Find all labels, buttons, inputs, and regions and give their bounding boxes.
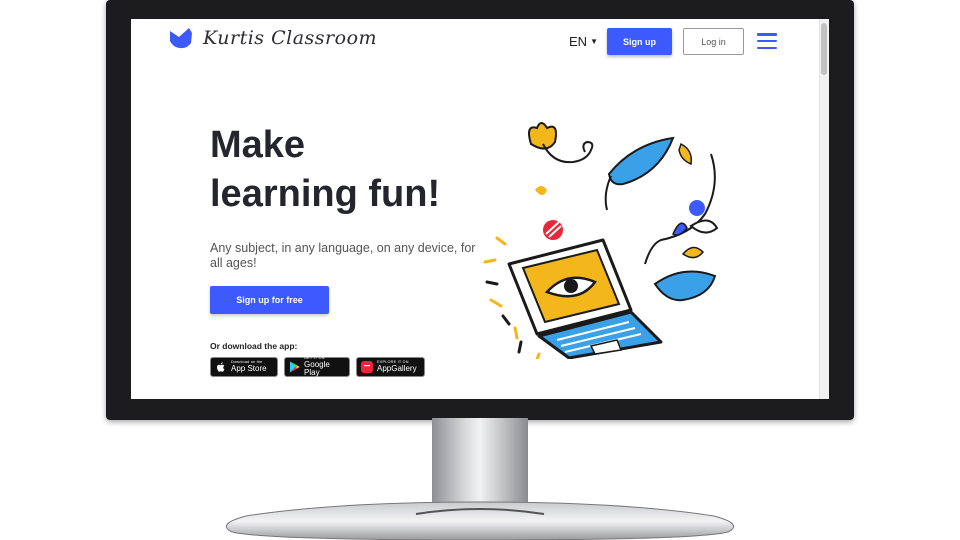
hero-title-line2: learning fun!: [210, 173, 441, 215]
monitor-mockup: Kurtis Classroom EN ▼ Sign up Log in Mak…: [0, 0, 960, 540]
store-name: AppGallery: [377, 363, 417, 373]
scrollbar-thumb[interactable]: [821, 23, 827, 75]
laptop-illustration: [483, 122, 719, 359]
language-code: EN: [569, 34, 588, 49]
browser-page: Kurtis Classroom EN ▼ Sign up Log in Mak…: [131, 19, 829, 399]
monitor-stand-base: [225, 501, 735, 540]
hero-subtitle: Any subject, in any language, on any dev…: [210, 241, 476, 270]
signup-free-button[interactable]: Sign up for free: [210, 286, 329, 314]
hamburger-menu-icon[interactable]: [757, 33, 777, 49]
app-store-badges: Download on the App Store GET IT ON Goog…: [210, 356, 425, 377]
signup-button[interactable]: Sign up: [607, 28, 672, 55]
app-store-badge[interactable]: Download on the App Store: [210, 357, 278, 377]
top-navigation: Kurtis Classroom EN ▼ Sign up Log in: [131, 19, 819, 65]
google-play-icon: [289, 361, 300, 373]
stop-sign-icon: [543, 220, 563, 240]
store-name: Google Play: [304, 359, 330, 377]
flower-icon: [528, 122, 594, 164]
logo-mark-icon: [170, 28, 192, 49]
hero-title-line1: Make: [210, 124, 306, 166]
chevron-down-icon: ▼: [590, 37, 598, 46]
download-label: Or download the app:: [210, 341, 298, 351]
hero-title: Make learning fun!: [210, 121, 440, 219]
huawei-icon: [361, 361, 373, 373]
vertical-scrollbar[interactable]: [819, 19, 829, 399]
language-selector[interactable]: EN ▼: [569, 34, 598, 49]
login-button[interactable]: Log in: [683, 28, 744, 55]
brand-name: Kurtis Classroom: [203, 27, 378, 49]
google-play-badge[interactable]: GET IT ON Google Play: [284, 356, 350, 377]
brand-logo[interactable]: Kurtis Classroom: [169, 27, 377, 49]
store-name: App Store: [231, 363, 267, 373]
apple-icon: [215, 361, 227, 373]
app-gallery-badge[interactable]: EXPLORE IT ON AppGallery: [356, 357, 425, 377]
